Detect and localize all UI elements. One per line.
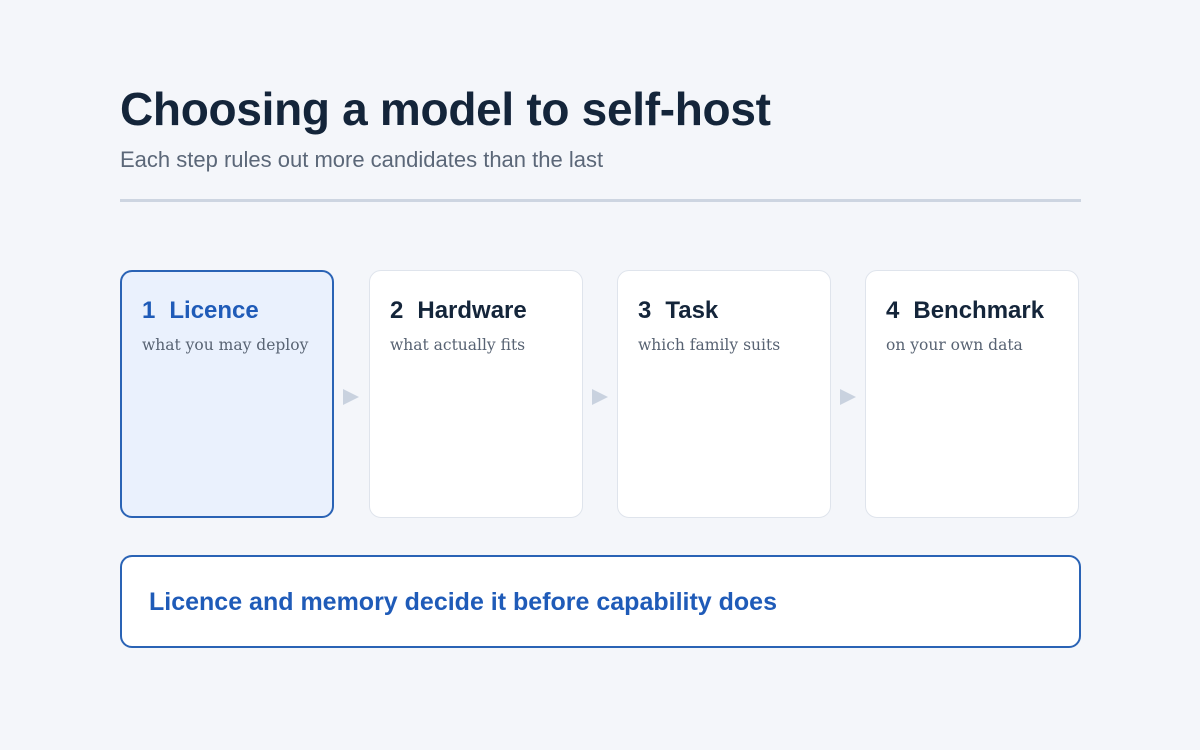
step-label: Benchmark [913,297,1045,324]
step-heading: 4 Benchmark [886,296,1044,326]
page-title: Choosing a model to self-host [120,83,771,135]
step-label: Licence [169,297,259,324]
step-number: 3 [638,297,652,324]
arrow-right-icon [592,389,608,405]
step-description: what you may deploy [142,336,309,354]
step-task: 3 Task which family suits [617,270,831,518]
step-description: which family suits [638,336,781,354]
page-subtitle: Each step rules out more candidates than… [120,147,604,172]
callout-text: Licence and memory decide it before capa… [149,588,777,616]
arrow-right-icon [840,389,856,405]
step-heading: 1 Licence [142,296,259,326]
step-number: 2 [390,297,404,324]
step-heading: 3 Task [638,296,718,326]
step-description: what actually fits [390,336,526,354]
step-benchmark: 4 Benchmark on your own data [865,270,1079,518]
step-label: Hardware [417,297,527,324]
conclusion-callout: Licence and memory decide it before capa… [120,555,1081,648]
step-number: 1 [142,297,156,324]
arrow-right-icon [343,389,359,405]
step-hardware: 2 Hardware what actually fits [369,270,583,518]
step-number: 4 [886,297,900,324]
header-divider [120,199,1081,202]
step-label: Task [665,297,719,324]
step-description: on your own data [886,336,1023,354]
step-heading: 2 Hardware [390,296,527,326]
step-licence: 1 Licence what you may deploy [120,270,334,518]
